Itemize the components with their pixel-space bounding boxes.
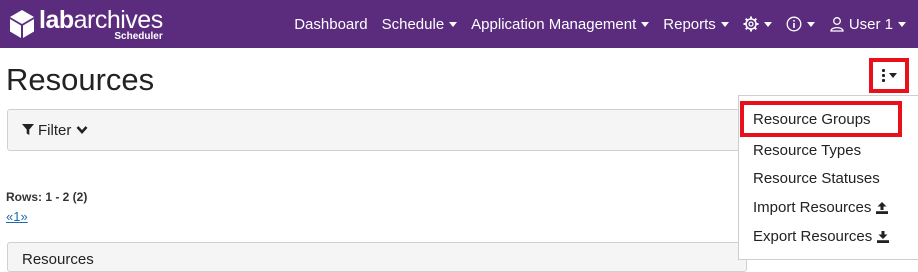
nav-schedule[interactable]: Schedule xyxy=(382,16,458,33)
upload-icon xyxy=(876,201,889,214)
menu-item-label: Resource Types xyxy=(753,142,862,159)
cube-logo-icon xyxy=(10,10,34,38)
caret-down-icon xyxy=(449,21,458,27)
menu-item-resource-groups[interactable]: Resource Groups xyxy=(753,111,871,128)
menu-item-label: Resource Statuses xyxy=(753,170,880,187)
filter-label: Filter xyxy=(38,121,72,139)
menu-item-label: Resource Groups xyxy=(753,111,871,128)
rows-count: Rows: 1 - 2 (2) xyxy=(6,190,88,204)
caret-down-icon xyxy=(806,21,815,27)
actions-dropdown-menu: Resource Groups Resource Types Resource … xyxy=(738,95,918,260)
download-icon xyxy=(877,230,890,243)
actions-menu-button[interactable] xyxy=(869,58,909,93)
page-title: Resources xyxy=(6,62,155,97)
menu-item-import-resources[interactable]: Import Resources xyxy=(753,199,889,216)
nav-reports[interactable]: Reports xyxy=(663,16,729,33)
kebab-icon xyxy=(881,69,885,82)
filter-icon xyxy=(22,124,34,135)
nav-info[interactable] xyxy=(786,16,815,32)
caret-down-icon xyxy=(763,21,772,27)
brand-name-rest: archives xyxy=(73,6,164,34)
top-navbar: labarchives Scheduler Dashboard Schedule… xyxy=(0,0,918,48)
nav-user-label: User 1 xyxy=(848,15,893,33)
menu-item-resource-statuses[interactable]: Resource Statuses xyxy=(753,170,880,187)
chevron-down-icon xyxy=(76,126,88,134)
brand-logo[interactable]: labarchives Scheduler xyxy=(9,8,163,42)
caret-down-icon xyxy=(898,21,906,27)
caret-down-icon xyxy=(720,21,729,27)
gear-icon xyxy=(743,16,759,32)
caret-down-icon xyxy=(641,21,650,27)
nav-application-management[interactable]: Application Management xyxy=(471,15,650,33)
caret-down-icon xyxy=(888,73,897,78)
filter-toggle[interactable]: Filter xyxy=(7,109,747,151)
menu-item-label: Export Resources xyxy=(753,228,873,245)
brand-name-bold: lab xyxy=(39,6,74,34)
menu-item-label: Import Resources xyxy=(753,199,872,216)
nav-user-menu[interactable]: User 1 xyxy=(829,16,906,33)
resources-panel: Resources xyxy=(7,242,747,272)
nav-dashboard-label: Dashboard xyxy=(294,15,368,33)
nav-app-mgmt-label: Application Management xyxy=(471,15,637,33)
nav-settings[interactable] xyxy=(743,16,772,32)
user-icon xyxy=(830,17,844,32)
nav-reports-label: Reports xyxy=(663,15,716,33)
nav-dashboard[interactable]: Dashboard xyxy=(294,16,367,33)
info-icon xyxy=(786,16,802,32)
menu-item-export-resources[interactable]: Export Resources xyxy=(753,228,890,245)
menu-item-resource-types[interactable]: Resource Types xyxy=(753,142,861,159)
nav-schedule-label: Schedule xyxy=(381,15,445,33)
pagination-link[interactable]: «1» xyxy=(6,209,28,224)
